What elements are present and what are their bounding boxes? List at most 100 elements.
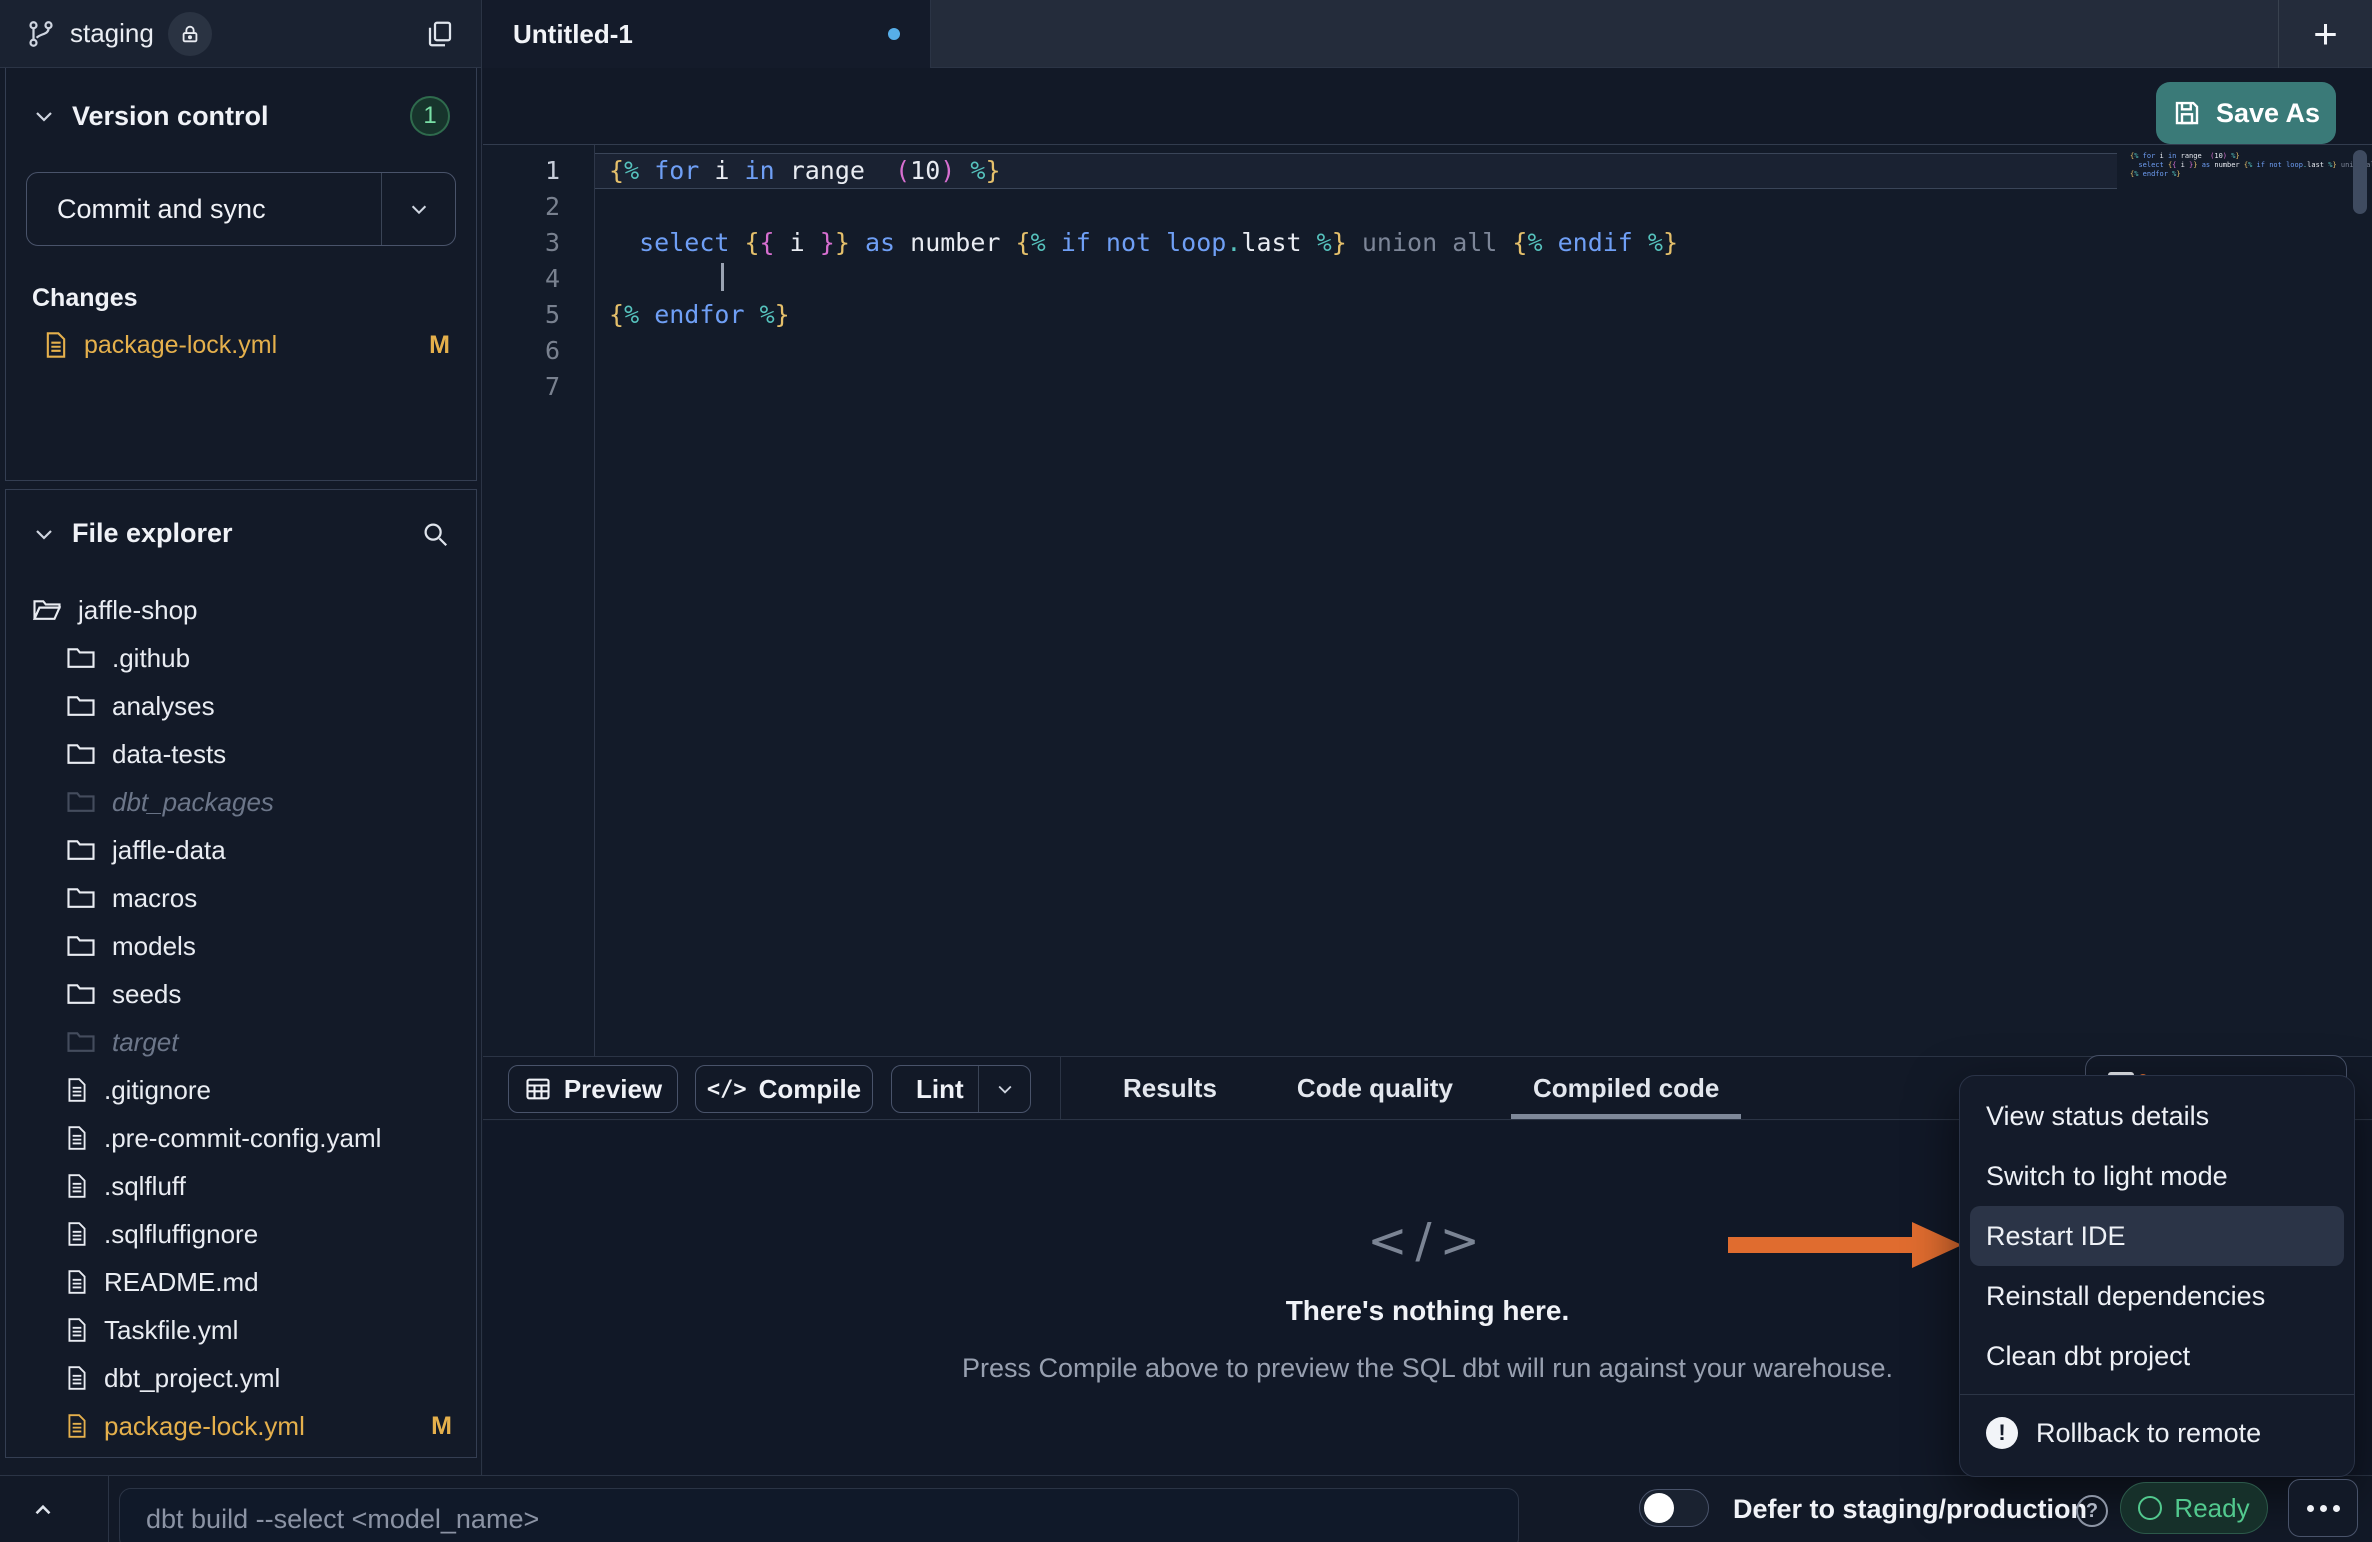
folder-item-seeds[interactable]: seeds	[6, 970, 476, 1018]
code-line-6[interactable]	[595, 333, 2372, 369]
save-as-label: Save As	[2216, 98, 2320, 129]
lint-options-caret[interactable]	[978, 1066, 1030, 1112]
folder-item-analyses[interactable]: analyses	[6, 682, 476, 730]
dbt-command-input[interactable]	[119, 1488, 1519, 1542]
commit-and-sync-label: Commit and sync	[27, 194, 266, 225]
menu-item-clean-dbt-project[interactable]: Clean dbt project	[1970, 1326, 2344, 1386]
sidebar: staging Version control	[0, 0, 482, 1475]
folder-item-jaffle-shop[interactable]: jaffle-shop	[6, 586, 476, 634]
save-as-button[interactable]: Save As	[2156, 82, 2336, 144]
code-line-1[interactable]: {% for i in range (10) %}	[595, 153, 2117, 189]
menu-item-reinstall-dependencies[interactable]: Reinstall dependencies	[1970, 1266, 2344, 1326]
chevron-down-icon[interactable]	[32, 104, 56, 128]
folder-icon	[66, 981, 96, 1007]
folder-icon	[66, 885, 96, 911]
tab-compiled-code[interactable]: Compiled code	[1493, 1057, 1759, 1119]
folder-item-data-tests[interactable]: data-tests	[6, 730, 476, 778]
code-icon: </>	[1367, 1213, 1488, 1269]
tab-code-quality[interactable]: Code quality	[1257, 1057, 1493, 1119]
code-area[interactable]: {% for i in range (10) %} select {{ i }}…	[594, 145, 2372, 1056]
minimap-line: {% for i in range (10) %}	[2130, 152, 2342, 161]
result-tabs: ResultsCode qualityCompiled code	[1083, 1057, 1759, 1119]
code-line-4[interactable]	[595, 261, 2372, 297]
line-number: 3	[483, 225, 594, 261]
folder-icon	[66, 741, 96, 767]
more-options-button[interactable]	[2288, 1479, 2358, 1537]
editor-toolbar: Save As	[483, 68, 2372, 145]
menu-item-view-status-details[interactable]: View status details	[1970, 1086, 2344, 1146]
compile-button[interactable]: </> Compile	[695, 1065, 873, 1113]
changed-file-name: package-lock.yml	[84, 331, 277, 360]
menu-item-switch-to-light-mode[interactable]: Switch to light mode	[1970, 1146, 2344, 1206]
folder-item-macros[interactable]: macros	[6, 874, 476, 922]
code-line-5[interactable]: {% endfor %}	[595, 297, 2372, 333]
code-line-7[interactable]	[595, 369, 2372, 405]
search-icon[interactable]	[420, 519, 450, 549]
folder-icon	[66, 933, 96, 959]
branch-lock[interactable]	[168, 12, 212, 56]
file-item-Taskfile.yml[interactable]: Taskfile.yml	[6, 1306, 476, 1354]
menu-item-restart-ide[interactable]: Restart IDE	[1970, 1206, 2344, 1266]
menu-item-label: Restart IDE	[1986, 1221, 2126, 1252]
folder-icon	[66, 837, 96, 863]
modified-badge: M	[431, 1412, 452, 1441]
minimap[interactable]: {% for i in range (10) %} select {{ i }}…	[2130, 152, 2342, 179]
editor-tabstrip: Untitled-1 +	[483, 0, 2372, 68]
file-item-.sqlfluffignore[interactable]: .sqlfluffignore	[6, 1210, 476, 1258]
defer-toggle[interactable]	[1639, 1489, 1709, 1527]
code-line-3[interactable]: select {{ i }} as number {% if not loop.…	[595, 225, 2372, 261]
item-name: README.md	[104, 1267, 259, 1298]
preview-button[interactable]: Preview	[508, 1065, 678, 1113]
folder-icon	[66, 645, 96, 671]
modified-badge: M	[429, 331, 450, 360]
item-name: jaffle-data	[112, 835, 226, 866]
ellipsis-icon	[2307, 1505, 2314, 1512]
editor-scrollbar[interactable]	[2353, 150, 2367, 214]
line-number: 6	[483, 333, 594, 369]
folder-item-dbt_packages[interactable]: dbt_packages	[6, 778, 476, 826]
file-item-README.md[interactable]: README.md	[6, 1258, 476, 1306]
lint-button[interactable]: Lint	[891, 1065, 1031, 1113]
item-name: macros	[112, 883, 197, 914]
new-tab-button[interactable]: +	[2278, 0, 2372, 68]
file-icon	[66, 1413, 88, 1439]
minimap-line: select {{ i }} as number {% if not loop.…	[2130, 161, 2342, 170]
file-explorer-panel: File explorer jaffle-shop .github analys…	[5, 489, 477, 1458]
file-item-.gitignore[interactable]: .gitignore	[6, 1066, 476, 1114]
item-name: models	[112, 931, 196, 962]
line-number-gutter: 1234567	[483, 145, 594, 405]
file-icon	[66, 1269, 88, 1295]
tab-untitled-1[interactable]: Untitled-1	[483, 0, 931, 68]
file-item-.sqlfluff[interactable]: .sqlfluff	[6, 1162, 476, 1210]
table-icon	[524, 1075, 552, 1103]
folder-item-jaffle-data[interactable]: jaffle-data	[6, 826, 476, 874]
unsaved-indicator-icon	[888, 28, 900, 40]
folder-item-.github[interactable]: .github	[6, 634, 476, 682]
changed-file-row[interactable]: package-lock.yml M	[6, 320, 476, 370]
commit-options-caret[interactable]	[381, 173, 455, 245]
folder-item-models[interactable]: models	[6, 922, 476, 970]
collapse-panel-button[interactable]	[14, 1486, 72, 1534]
folder-icon	[66, 693, 96, 719]
file-item-package-lock.yml[interactable]: package-lock.ymlM	[6, 1402, 476, 1450]
chevron-down-icon[interactable]	[32, 522, 56, 546]
menu-item-rollback-to-remote[interactable]: !Rollback to remote	[1970, 1403, 2344, 1463]
compile-label: Compile	[759, 1074, 862, 1105]
commit-and-sync-button[interactable]: Commit and sync	[26, 172, 456, 246]
code-editor[interactable]: 1234567 {% for i in range (10) %} select…	[483, 145, 2372, 1056]
file-icon	[66, 1221, 88, 1247]
branch-header: staging	[0, 0, 481, 68]
copy-icon[interactable]	[425, 19, 455, 49]
file-item-dbt_project.yml[interactable]: dbt_project.yml	[6, 1354, 476, 1402]
save-icon	[2172, 98, 2202, 128]
file-item-.pre-commit-config.yaml[interactable]: .pre-commit-config.yaml	[6, 1114, 476, 1162]
code-line-2[interactable]	[595, 189, 2372, 225]
status-badge[interactable]: Ready	[2120, 1482, 2268, 1534]
tab-results[interactable]: Results	[1083, 1057, 1257, 1119]
help-icon[interactable]: ?	[2076, 1495, 2108, 1527]
defer-label: Defer to staging/production	[1733, 1494, 2087, 1525]
line-number: 4	[483, 261, 594, 297]
empty-state-subtitle: Press Compile above to preview the SQL d…	[962, 1353, 1893, 1384]
folder-item-target[interactable]: target	[6, 1018, 476, 1066]
lint-label: Lint	[892, 1074, 964, 1105]
